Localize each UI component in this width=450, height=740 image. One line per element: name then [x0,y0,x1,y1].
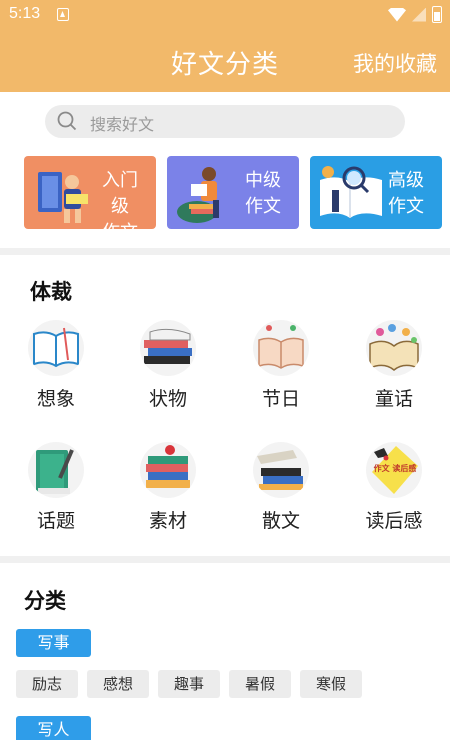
status-time: 5:13 [9,5,41,22]
wifi-icon [388,7,406,22]
tag-chip[interactable]: 趣事 [158,670,220,698]
battery-icon [432,6,442,23]
status-bar: 5:13 [0,0,450,30]
genre-item-material[interactable]: 素材 [125,442,211,542]
books-apple-icon [140,442,196,498]
category-group-writing-people[interactable]: 写人 [16,716,91,740]
level-card-intermediate[interactable]: 中级 作文 [167,156,299,229]
reading-note-badge: 作文 读后感 [373,464,417,473]
category-section-title: 分类 [24,589,66,613]
genre-label: 话题 [36,510,75,532]
tag-chip[interactable]: 暑假 [229,670,291,698]
level-label: 中级 作文 [245,170,281,217]
level-card-beginner[interactable]: 入门级 作文 [24,156,156,229]
genre-item-imagination[interactable]: 想象 [13,320,99,420]
genre-item-topic[interactable]: 话题 [13,442,99,542]
scattered-books-icon [253,442,309,498]
magnifier-book-icon [320,166,382,218]
level-card-advanced[interactable]: 高级 作文 [310,156,442,229]
section-divider [0,248,450,255]
reading-boy-icon [38,172,88,223]
reading-man-icon [177,167,219,223]
open-book-icon [28,320,84,376]
search-icon [57,111,77,131]
genre-label: 状物 [148,388,187,410]
genre-label: 想象 [36,388,75,410]
search-input[interactable]: 搜索好文 [45,105,405,138]
level-label: 入门级 作文 [102,170,138,229]
genre-item-reading-review[interactable]: 作文 读后感 读后感 [351,442,437,542]
fairy-tale-book-icon [366,320,422,376]
cellular-signal-icon [412,7,426,22]
genre-label: 素材 [148,510,187,532]
genre-item-fairy-tale[interactable]: 童话 [351,320,437,420]
app-header: 5:13 好文分类 我的收藏 [0,0,450,92]
genre-item-prose[interactable]: 散文 [238,442,324,542]
book-and-lamp-icon [253,320,309,376]
book-stack-icon [140,320,196,376]
notebook-pen-icon [28,442,84,498]
tag-chip[interactable]: 感想 [87,670,149,698]
my-favorites-button[interactable]: 我的收藏 [353,48,437,78]
genre-label: 读后感 [365,510,423,532]
search-placeholder: 搜索好文 [90,115,155,134]
genre-item-object[interactable]: 状物 [125,320,211,420]
tag-chip[interactable]: 寒假 [300,670,362,698]
genre-label: 童话 [374,388,413,410]
genre-item-festival[interactable]: 节日 [238,320,324,420]
level-label: 高级 作文 [388,170,424,217]
section-divider [0,556,450,563]
category-group-writing-events[interactable]: 写事 [16,629,91,657]
genre-label: 散文 [261,510,300,532]
genre-section-title: 体裁 [30,280,72,304]
tag-chip[interactable]: 励志 [16,670,78,698]
notification-icon [57,8,69,21]
genre-label: 节日 [261,388,300,410]
